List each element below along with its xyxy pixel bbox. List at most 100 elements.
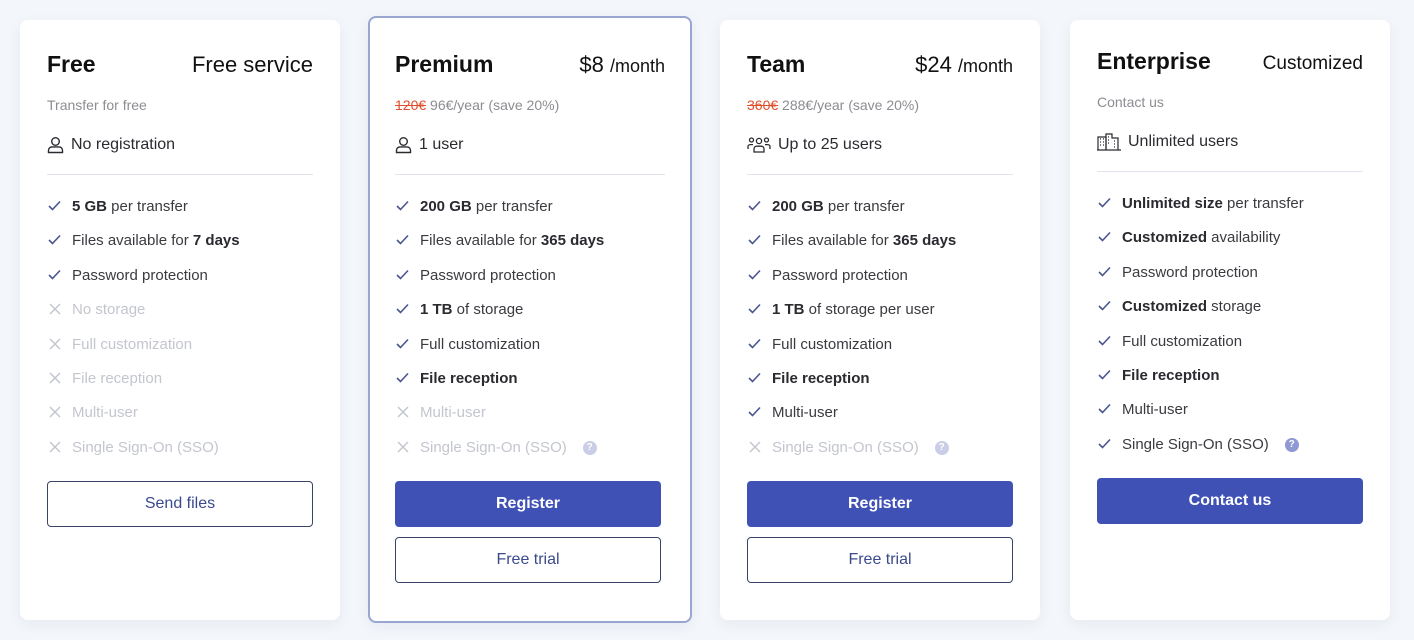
feature-text-bold: 365 days bbox=[540, 232, 605, 250]
check-icon bbox=[47, 198, 62, 211]
price-amount: $24 bbox=[915, 52, 952, 77]
feature-text-bold: Unlimited size bbox=[1122, 195, 1223, 212]
old-price: 360€ bbox=[747, 97, 779, 113]
feature-text: Multi-user bbox=[772, 404, 838, 421]
feature-text-rest: per transfer bbox=[823, 198, 905, 215]
feature-text: Password protection bbox=[772, 267, 908, 284]
feature-item: Multi-user bbox=[1097, 401, 1363, 435]
feature-item: No storage bbox=[47, 301, 313, 335]
feature-item: 200 GB per transfer bbox=[747, 198, 1013, 232]
feature-text: Password protection bbox=[1122, 264, 1258, 281]
feature-item: Files available for 365 days bbox=[395, 232, 665, 266]
price-period: /month bbox=[957, 56, 1013, 76]
feature-text-rest: of storage bbox=[452, 301, 524, 319]
check-icon bbox=[395, 198, 410, 211]
feature-text: Single Sign-On (SSO) bbox=[420, 439, 567, 456]
feature-item: Full customization bbox=[47, 336, 313, 370]
feature-item: 5 GB per transfer bbox=[47, 198, 313, 232]
plan-users: Up to 25 users bbox=[747, 135, 1013, 155]
plan-name: Premium bbox=[395, 51, 494, 77]
free-trial-button[interactable]: Free trial bbox=[747, 537, 1013, 584]
feature-item: File reception bbox=[395, 370, 665, 404]
feature-item: Customized availability bbox=[1097, 229, 1363, 263]
feature-text-rest: Full customization bbox=[72, 335, 193, 353]
feature-text: Password protection bbox=[72, 267, 208, 284]
plan-name: Team bbox=[747, 51, 806, 77]
register-button[interactable]: Register bbox=[747, 481, 1013, 528]
feature-text-pre: Files available for bbox=[772, 232, 893, 250]
check-icon bbox=[747, 370, 762, 383]
help-icon[interactable]: ? bbox=[1284, 437, 1299, 452]
feature-text: Full customization bbox=[72, 336, 192, 353]
feature-text-rest: Password protection bbox=[1122, 263, 1258, 281]
check-icon bbox=[747, 267, 762, 280]
plan-header: Premium $8 /month bbox=[395, 51, 665, 79]
feature-text: Customized availability bbox=[1122, 229, 1280, 246]
feature-item: Password protection bbox=[395, 267, 665, 301]
feature-text: Files available for 365 days bbox=[772, 232, 956, 249]
building-icon bbox=[1097, 133, 1121, 151]
divider bbox=[395, 174, 665, 175]
feature-text-rest: Single Sign-On (SSO) bbox=[72, 438, 219, 456]
cross-icon bbox=[47, 439, 62, 453]
feature-item: File reception bbox=[747, 370, 1013, 404]
check-icon bbox=[1097, 229, 1112, 243]
divider bbox=[1097, 171, 1363, 172]
feature-text-bold: 200 GB bbox=[420, 198, 472, 215]
feature-text-bold: File reception bbox=[420, 369, 518, 387]
feature-item: Password protection bbox=[747, 267, 1013, 301]
check-icon bbox=[395, 370, 410, 383]
user-icon bbox=[395, 136, 412, 154]
feature-text-rest: storage bbox=[1207, 298, 1262, 316]
feature-text: File reception bbox=[1122, 367, 1220, 384]
help-icon[interactable]: ? bbox=[934, 440, 949, 455]
cross-icon bbox=[47, 370, 62, 384]
feature-item: Multi-user bbox=[747, 404, 1013, 438]
plan-users: 1 user bbox=[395, 135, 665, 155]
subtitle-text: 96€/year (save 20%) bbox=[430, 97, 560, 113]
check-icon bbox=[747, 336, 762, 349]
help-icon[interactable]: ? bbox=[582, 440, 597, 455]
feature-item: Files available for 365 days bbox=[747, 232, 1013, 266]
feature-text-bold: 7 days bbox=[192, 232, 240, 250]
check-icon bbox=[395, 232, 410, 246]
register-button[interactable]: Register bbox=[395, 481, 661, 528]
feature-text-bold: Customized bbox=[1122, 229, 1208, 247]
feature-text-rest: Password protection bbox=[72, 266, 208, 284]
feature-text-rest: availability bbox=[1207, 229, 1281, 247]
contact-us-button[interactable]: Contact us bbox=[1097, 478, 1363, 525]
feature-text-rest: per transfer bbox=[471, 198, 553, 215]
feature-text-rest: File reception bbox=[72, 369, 163, 387]
price-amount: Customized bbox=[1262, 53, 1363, 74]
user-icon bbox=[47, 136, 64, 154]
old-price: 120€ bbox=[395, 97, 427, 113]
feature-list: Unlimited size per transfer Customized av… bbox=[1097, 195, 1363, 470]
subtitle-text: Contact us bbox=[1097, 94, 1164, 110]
plan-subtitle: Contact us bbox=[1097, 94, 1363, 112]
feature-item: File reception bbox=[1097, 367, 1363, 401]
plan-actions: Register Free trial bbox=[395, 481, 665, 584]
send-files-button[interactable]: Send files bbox=[47, 481, 313, 528]
feature-item: Single Sign-On (SSO)? bbox=[747, 439, 1013, 473]
check-icon bbox=[47, 232, 62, 246]
plan-users: No registration bbox=[47, 135, 313, 155]
feature-item: Files available for 7 days bbox=[47, 232, 313, 266]
plan-subtitle: 360€ 288€/year (save 20%) bbox=[747, 97, 1013, 115]
feature-text-rest: Full customization bbox=[1122, 332, 1243, 350]
feature-item: Password protection bbox=[1097, 264, 1363, 298]
plan-subtitle: Transfer for free bbox=[47, 97, 313, 115]
price-amount: $8 bbox=[579, 52, 604, 77]
plan-card-team: Team $24 /month 360€ 288€/year (save 20%… bbox=[720, 20, 1040, 620]
feature-item: 1 TB of storage per user bbox=[747, 301, 1013, 335]
check-icon bbox=[747, 232, 762, 246]
subtitle-text: 288€/year (save 20%) bbox=[782, 97, 920, 113]
check-icon bbox=[47, 267, 62, 280]
plan-header: Enterprise Customized bbox=[1097, 48, 1363, 76]
feature-text: 1 TB of storage per user bbox=[772, 301, 935, 318]
feature-text-bold: 1 TB bbox=[772, 301, 805, 319]
check-icon bbox=[1097, 333, 1112, 346]
users-label: Up to 25 users bbox=[778, 136, 883, 153]
free-trial-button[interactable]: Free trial bbox=[395, 537, 661, 584]
feature-text-rest: per transfer bbox=[1222, 195, 1304, 212]
feature-text: Full customization bbox=[772, 336, 892, 353]
